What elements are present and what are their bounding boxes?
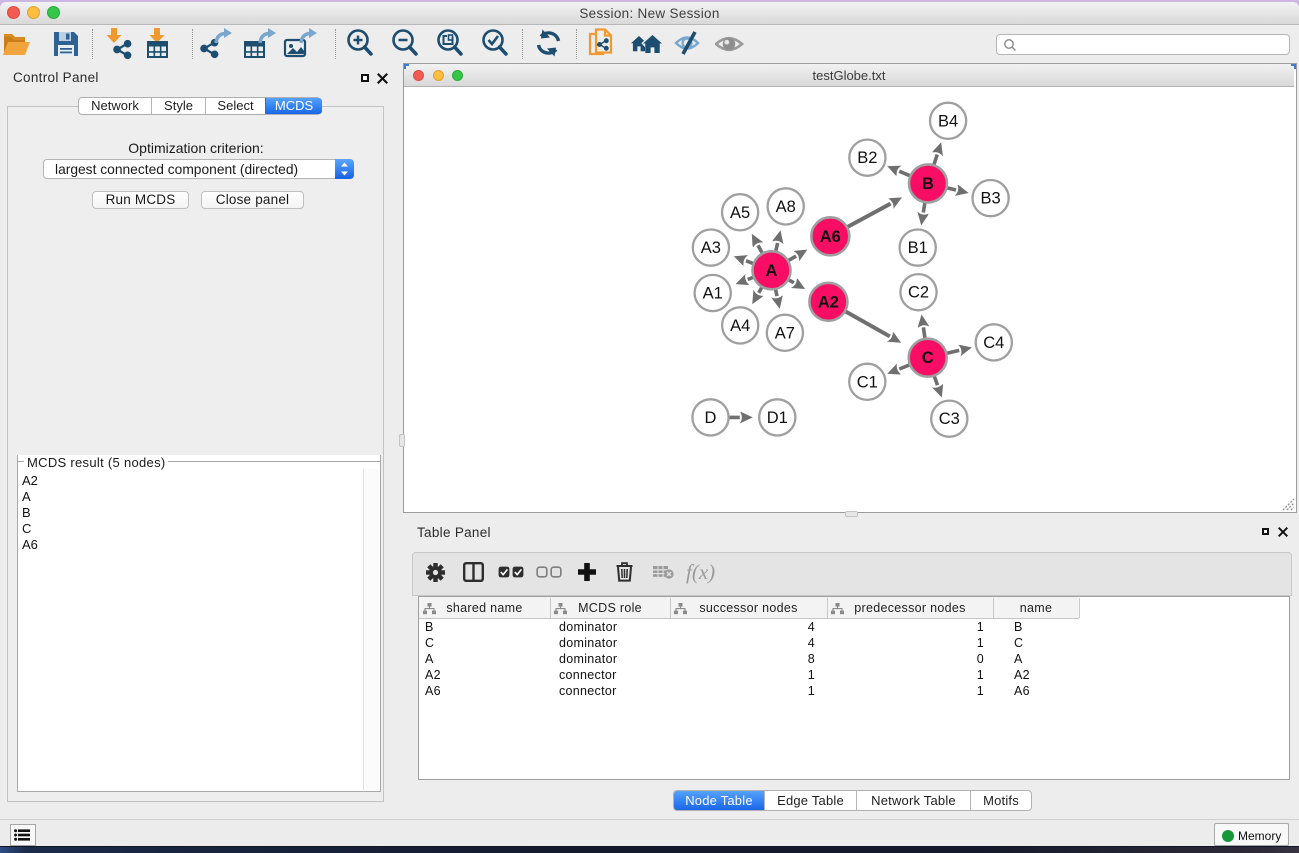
svg-text:A3: A3 [701, 239, 721, 257]
svg-text:B2: B2 [857, 149, 877, 167]
svg-text:D1: D1 [767, 409, 788, 427]
svg-text:C3: C3 [939, 410, 960, 428]
svg-text:C2: C2 [908, 284, 929, 302]
svg-text:C1: C1 [857, 373, 878, 391]
svg-text:A6: A6 [820, 228, 841, 246]
svg-text:A2: A2 [818, 293, 839, 311]
svg-text:C: C [922, 349, 934, 367]
svg-text:B4: B4 [938, 112, 958, 130]
svg-text:A8: A8 [776, 198, 796, 216]
svg-text:A5: A5 [730, 204, 750, 222]
svg-text:B3: B3 [981, 190, 1001, 208]
svg-text:B1: B1 [908, 239, 928, 257]
svg-text:A: A [766, 262, 778, 280]
svg-text:A4: A4 [730, 317, 750, 335]
svg-text:A7: A7 [775, 324, 795, 342]
svg-text:D: D [705, 409, 717, 427]
svg-text:B: B [922, 175, 934, 193]
svg-text:C4: C4 [983, 334, 1004, 352]
svg-text:A1: A1 [703, 285, 723, 303]
